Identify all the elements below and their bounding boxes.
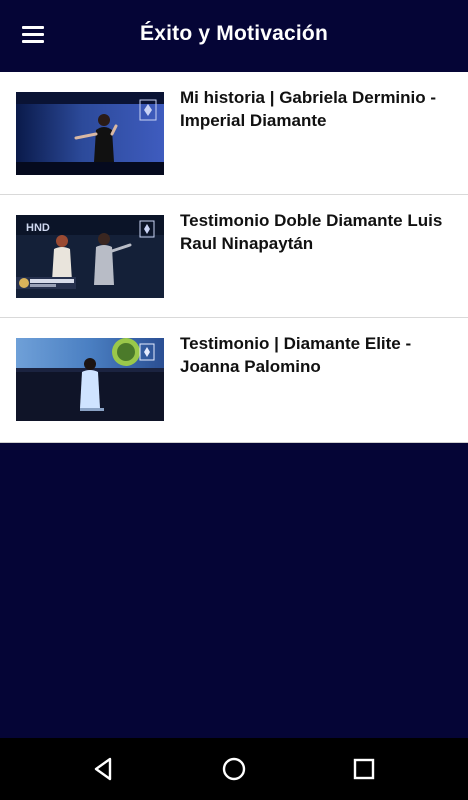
video-title[interactable]: Testimonio | Diamante Elite - Joanna Pal… [180,332,452,378]
app-bar: Éxito y Motivación [0,0,468,72]
home-circle-icon[interactable] [220,755,248,783]
video-list-item[interactable]: Mi historia | Gabriela Derminio - Imperi… [0,72,468,195]
speaker-on-stage-thumbnail[interactable] [16,92,164,175]
back-triangle-icon[interactable] [90,755,118,783]
woman-on-stage-thumbnail[interactable] [16,338,164,421]
thumb-logo-text: HND [26,222,50,234]
video-list-item[interactable]: Testimonio | Diamante Elite - Joanna Pal… [0,318,468,443]
page-title: Éxito y Motivación [140,22,328,45]
video-list-item[interactable]: HND Testimonio Doble Diamante Luis Raul … [0,195,468,318]
video-list: Mi historia | Gabriela Derminio - Imperi… [0,72,468,443]
couple-on-stage-thumbnail[interactable]: HND [16,215,164,298]
video-title[interactable]: Testimonio Doble Diamante Luis Raul Nina… [180,209,452,255]
video-title[interactable]: Mi historia | Gabriela Derminio - Imperi… [180,86,452,132]
recents-square-icon[interactable] [350,755,378,783]
app-screen: Éxito y Motivación Mi historia | Gabriel… [0,0,468,800]
system-nav-bar [0,738,468,800]
